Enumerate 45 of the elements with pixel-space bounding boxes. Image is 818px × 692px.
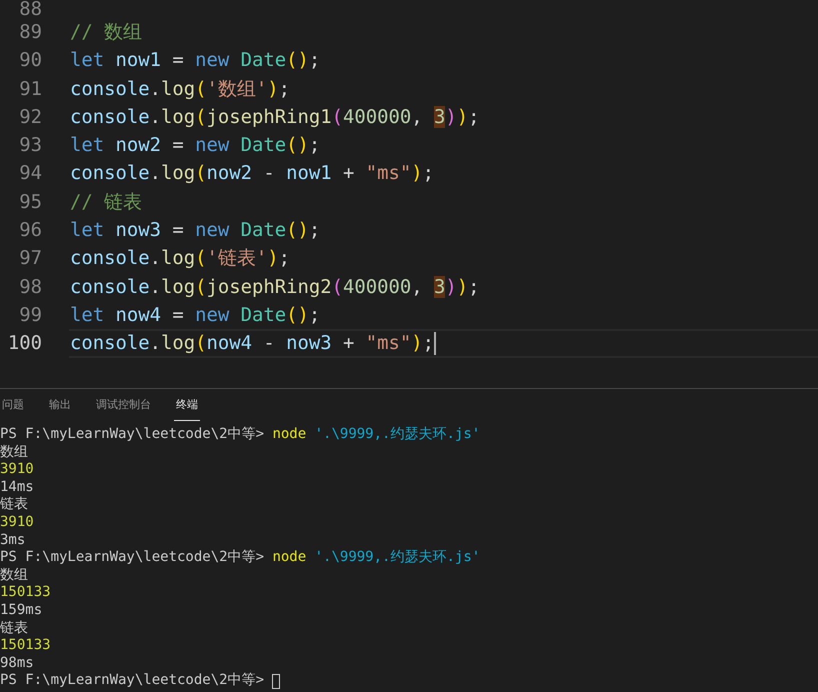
code-line: console.log('数组'); xyxy=(70,76,290,102)
terminal-line: 14ms xyxy=(0,478,34,496)
line-number: 95 xyxy=(18,190,42,215)
line-number: 88 xyxy=(18,0,42,18)
line-number: 91 xyxy=(18,76,42,102)
code-line: let now1 = new Date(); xyxy=(70,48,320,74)
panel-tab[interactable]: 输出 xyxy=(47,389,73,421)
code-line: console.log('链表'); xyxy=(70,246,290,272)
code-line: console.log(now4 - now3 + "ms"); xyxy=(70,331,434,356)
terminal-line: 3910 xyxy=(0,514,34,532)
line-number: 98 xyxy=(18,274,42,300)
line-number: 100 xyxy=(6,331,42,356)
terminal-line: 150133 xyxy=(0,637,51,655)
code-line: // 链表 xyxy=(70,190,142,215)
terminal-line: PS F:\myLearnWay\leetcode\2中等> xyxy=(0,672,264,690)
text-cursor xyxy=(434,332,436,355)
line-number: 90 xyxy=(18,48,42,74)
line-number: 96 xyxy=(18,218,42,244)
code-line: console.log(josephRing1(400000, 3)); xyxy=(70,104,480,130)
code-line: let now2 = new Date(); xyxy=(70,133,320,158)
terminal-line: PS F:\myLearnWay\leetcode\2中等> node '.\9999,.约瑟夫环.js' xyxy=(0,549,480,567)
code-line: let now3 = new Date(); xyxy=(70,218,320,244)
terminal-line: 3910 xyxy=(0,461,34,479)
line-number: 93 xyxy=(18,133,42,158)
line-number: 99 xyxy=(18,302,42,328)
code-line: console.log(josephRing2(400000, 3)); xyxy=(70,274,480,300)
terminal-line: PS F:\myLearnWay\leetcode\2中等> node '.\9999,.约瑟夫环.js' xyxy=(0,426,480,444)
terminal-line: 98ms xyxy=(0,654,34,672)
terminal-line: 链表 xyxy=(0,620,28,638)
panel-tab[interactable]: 问题 xyxy=(0,389,26,421)
terminal-line: 159ms xyxy=(0,602,42,620)
code-line: console.log(now2 - now1 + "ms"); xyxy=(70,161,434,186)
line-number: 94 xyxy=(18,161,42,186)
terminal-line: 数组 xyxy=(0,444,28,462)
code-line: // 数组 xyxy=(70,20,142,45)
line-number: 97 xyxy=(18,246,42,272)
line-number: 89 xyxy=(18,20,42,45)
terminal-line: 3ms xyxy=(0,532,26,550)
panel-tab[interactable]: 调试控制台 xyxy=(94,389,153,421)
line-number: 92 xyxy=(18,104,42,130)
terminal-line: 链表 xyxy=(0,496,28,514)
panel-tab[interactable]: 终端 xyxy=(174,389,200,421)
terminal-line: 150133 xyxy=(0,584,51,602)
code-line: let now4 = new Date(); xyxy=(70,302,320,328)
terminal-line: 数组 xyxy=(0,566,28,584)
